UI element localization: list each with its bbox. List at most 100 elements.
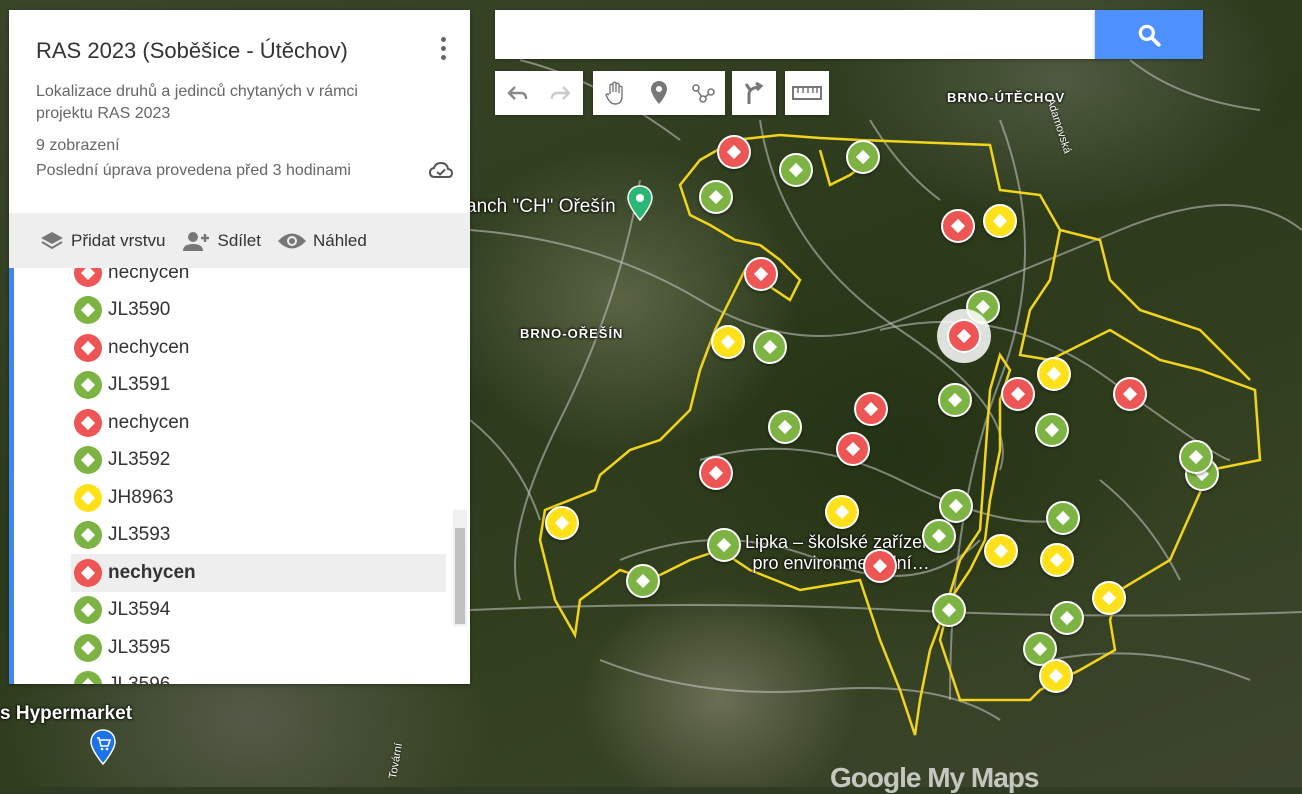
diamond-marker-icon bbox=[74, 446, 102, 475]
poi-label-lipka[interactable]: Lipka – školské zařízení pro environment… bbox=[745, 532, 937, 574]
list-item[interactable]: nechycen bbox=[71, 404, 446, 442]
map-marker-red[interactable] bbox=[1001, 377, 1035, 411]
add-layer-button[interactable]: Přidat vrstvu bbox=[39, 229, 165, 253]
layers-icon bbox=[41, 231, 63, 249]
map-marker-green[interactable] bbox=[707, 528, 741, 562]
map-marker-red[interactable] bbox=[744, 257, 778, 291]
diamond-marker-icon bbox=[74, 483, 102, 512]
directions-button[interactable] bbox=[732, 71, 776, 115]
add-person-icon bbox=[183, 231, 210, 251]
map-legend-panel: RAS 2023 (Soběšice - Útěchov) Lokalizace… bbox=[9, 10, 470, 684]
list-item[interactable]: JL3592 bbox=[71, 442, 446, 480]
map-marker-red[interactable] bbox=[717, 135, 751, 169]
list-item-label: JL3594 bbox=[108, 599, 171, 621]
google-my-maps-logo: Google My Maps bbox=[830, 762, 1039, 793]
list-item[interactable]: JL3590 bbox=[71, 292, 446, 330]
search-input[interactable] bbox=[495, 10, 1095, 59]
diamond-marker-icon bbox=[74, 558, 102, 587]
diamond-marker-icon bbox=[74, 268, 102, 287]
share-button[interactable]: Sdílet bbox=[181, 229, 261, 253]
directions-icon bbox=[744, 81, 764, 104]
more-options-icon[interactable] bbox=[438, 37, 448, 63]
map-marker-green[interactable] bbox=[966, 290, 1000, 324]
map-marker-selected[interactable] bbox=[947, 319, 981, 353]
layer-selected-indicator bbox=[9, 268, 14, 684]
list-item[interactable]: JL3591 bbox=[71, 367, 446, 405]
map-marker-green[interactable] bbox=[753, 330, 787, 364]
diamond-marker-icon bbox=[74, 633, 102, 662]
list-item-label: JL3592 bbox=[108, 449, 171, 471]
measure-button[interactable] bbox=[785, 71, 829, 115]
map-marker-green[interactable] bbox=[938, 383, 972, 417]
add-marker-button[interactable] bbox=[637, 71, 681, 115]
preview-button[interactable]: Náhled bbox=[277, 230, 367, 252]
map-title[interactable]: RAS 2023 (Soběšice - Útěchov) bbox=[36, 38, 443, 64]
list-item[interactable]: nechycen bbox=[71, 554, 446, 592]
map-marker-green[interactable] bbox=[1035, 413, 1069, 447]
poi-label-hypermarket[interactable]: s Hypermarket bbox=[0, 703, 132, 725]
feature-list[interactable]: nechycen JL3590 nechycen JL3591 nechycen JL35… bbox=[9, 268, 470, 684]
map-marker-red[interactable] bbox=[836, 432, 870, 466]
redo-icon bbox=[550, 86, 571, 100]
map-marker-green[interactable] bbox=[1046, 501, 1080, 535]
list-item[interactable]: nechycen bbox=[71, 268, 446, 292]
map-marker-yellow[interactable] bbox=[545, 506, 579, 540]
hand-tool-button[interactable] bbox=[593, 71, 637, 115]
view-count: 9 zobrazení bbox=[36, 137, 120, 154]
list-item-label: JL3593 bbox=[108, 524, 171, 546]
search-button[interactable] bbox=[1095, 10, 1203, 59]
map-marker-green[interactable] bbox=[932, 593, 966, 627]
draw-line-button[interactable] bbox=[681, 71, 725, 115]
preview-label: Náhled bbox=[312, 230, 367, 250]
map-marker-red[interactable] bbox=[854, 392, 888, 426]
map-marker-green[interactable] bbox=[846, 140, 880, 174]
map-marker-yellow[interactable] bbox=[984, 534, 1018, 568]
hand-icon bbox=[605, 81, 623, 105]
list-item[interactable]: JH8963 bbox=[71, 479, 446, 517]
map-marker-green[interactable] bbox=[1179, 440, 1213, 474]
list-item[interactable]: JL3595 bbox=[71, 629, 446, 667]
panel-header: RAS 2023 (Soběšice - Útěchov) Lokalizace… bbox=[9, 10, 470, 185]
diamond-marker-icon bbox=[74, 596, 102, 625]
last-edited: Poslední úprava provedena před 3 hodinam… bbox=[36, 162, 351, 179]
list-item-label: JL3590 bbox=[108, 299, 171, 321]
map-marker-green[interactable] bbox=[768, 410, 802, 444]
map-marker-green[interactable] bbox=[939, 489, 973, 523]
list-item-label: nechycen bbox=[108, 336, 190, 358]
map-marker-yellow[interactable] bbox=[1037, 357, 1071, 391]
list-item[interactable]: JL3593 bbox=[71, 517, 446, 555]
poi-label-lipka-line2: pro environmentální… bbox=[752, 553, 930, 573]
map-marker-yellow[interactable] bbox=[983, 204, 1017, 238]
list-item[interactable]: JL3596 bbox=[71, 667, 446, 684]
map-marker-red[interactable] bbox=[699, 456, 733, 490]
map-marker-green[interactable] bbox=[779, 153, 813, 187]
map-description[interactable]: Lokalizace druhů a jedinců chytaných v r… bbox=[36, 81, 416, 125]
map-marker-green[interactable] bbox=[922, 519, 956, 553]
list-item-label: JL3595 bbox=[108, 636, 171, 658]
map-marker-red[interactable] bbox=[941, 209, 975, 243]
map-marker-green[interactable] bbox=[1050, 601, 1084, 635]
poi-pin-icon[interactable] bbox=[626, 184, 654, 224]
draw-line-icon bbox=[692, 84, 715, 103]
scrollbar-thumb[interactable] bbox=[455, 528, 465, 624]
map-marker-green[interactable] bbox=[699, 180, 733, 214]
map-marker-yellow[interactable] bbox=[711, 325, 745, 359]
redo-button[interactable] bbox=[539, 71, 583, 115]
map-marker-yellow[interactable] bbox=[1040, 543, 1074, 577]
shopping-cart-pin-icon[interactable] bbox=[88, 728, 118, 768]
undo-redo-group bbox=[495, 71, 583, 115]
search-icon bbox=[1138, 24, 1161, 47]
panel-actions: Přidat vrstvu Sdílet Náhled bbox=[9, 213, 470, 268]
map-marker-yellow[interactable] bbox=[1039, 659, 1073, 693]
list-item[interactable]: nechycen bbox=[71, 329, 446, 367]
map-marker-red[interactable] bbox=[863, 549, 897, 583]
map-marker-green[interactable] bbox=[626, 564, 660, 598]
map-marker-yellow[interactable] bbox=[1092, 581, 1126, 615]
poi-label-ranch[interactable]: anch "CH" Ořešín bbox=[466, 196, 616, 218]
list-item[interactable]: JL3594 bbox=[71, 592, 446, 630]
map-marker-red[interactable] bbox=[1113, 377, 1147, 411]
undo-button[interactable] bbox=[495, 71, 539, 115]
poi-label-lipka-line1: Lipka – školské zařízení bbox=[745, 532, 938, 552]
measure-group bbox=[785, 71, 829, 115]
map-marker-yellow[interactable] bbox=[825, 495, 859, 529]
